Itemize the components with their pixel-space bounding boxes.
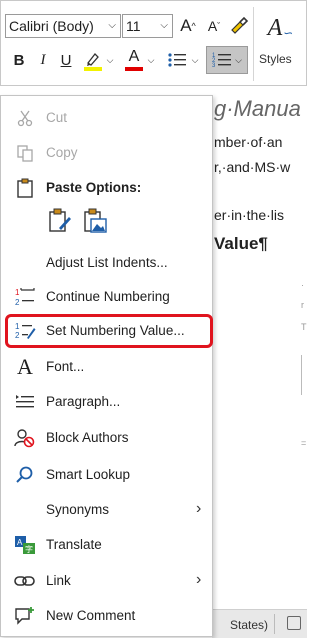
search-icon <box>13 464 37 486</box>
menu-item-label: Cut <box>46 110 68 125</box>
menu-item-label: Continue Numbering <box>46 289 170 304</box>
chevron-down-icon[interactable]: ⌵ <box>190 49 200 71</box>
svg-text:字: 字 <box>25 544 33 554</box>
paste-options-header: Paste Options: <box>1 173 212 203</box>
doc-mark: T <box>301 322 307 332</box>
doc-text-line: r,·and·MS·w <box>214 159 291 175</box>
focus-mode-icon[interactable] <box>287 616 301 630</box>
font-color-button[interactable]: A <box>123 47 145 73</box>
toolbar-divider <box>253 7 254 81</box>
status-divider <box>274 614 275 634</box>
menu-item-label: Link <box>46 573 71 588</box>
paste-options-label: Paste Options: <box>46 180 142 195</box>
numbered-list-icon: 1 2 3 <box>212 53 232 69</box>
clipboard-icon <box>13 177 37 199</box>
doc-mark: · <box>301 280 304 290</box>
font-icon: A <box>17 354 33 379</box>
translate-icon: A 字 <box>13 534 37 556</box>
continue-numbering-icon: 1 2 <box>13 286 37 308</box>
new-comment-icon <box>13 605 37 627</box>
menu-item-label: New Comment <box>46 608 136 623</box>
bullet-list-icon <box>168 53 186 67</box>
scissors-icon <box>13 107 37 129</box>
block-authors-icon <box>13 427 37 449</box>
menu-item-label: Synonyms <box>46 502 110 517</box>
doc-object-edge <box>301 355 308 395</box>
menu-item-label: Font... <box>46 359 85 374</box>
highlight-button[interactable] <box>82 47 104 73</box>
font-name-select[interactable]: Calibri (Body) ⌵ <box>5 14 121 38</box>
menu-item-translate[interactable]: A 字 Translate <box>1 530 212 560</box>
shrink-font-button[interactable]: Aˇ <box>204 14 224 38</box>
highlight-color-swatch <box>84 67 102 71</box>
menu-item-new-comment[interactable]: New Comment <box>1 601 212 631</box>
chevron-down-icon: ⌵ <box>160 20 168 31</box>
font-size-select[interactable]: 11 ⌵ <box>122 14 173 38</box>
styles-brush-icon: ∽ <box>282 25 293 40</box>
grow-font-button[interactable]: A ^ <box>178 14 198 38</box>
menu-item-label: Smart Lookup <box>46 467 131 482</box>
menu-item-link[interactable]: Link › <box>1 566 212 596</box>
menu-item-label: Copy <box>46 145 78 160</box>
context-menu: Cut Copy Paste Options: Adjust List Inde… <box>0 95 213 637</box>
italic-button[interactable]: I <box>34 49 52 71</box>
paste-picture-icon <box>84 208 107 233</box>
menu-item-label: Block Authors <box>46 430 129 445</box>
format-painter-icon <box>231 16 249 34</box>
svg-text:A: A <box>17 538 23 547</box>
doc-bold-heading: Value¶ <box>214 234 268 253</box>
menu-item-font[interactable]: A Font... <box>1 352 212 382</box>
svg-text:3: 3 <box>212 63 216 69</box>
chevron-down-icon: ⌵ <box>235 54 242 65</box>
doc-mark: = <box>301 438 307 448</box>
font-color-icon: A <box>128 48 140 65</box>
chevron-right-icon: › <box>196 500 202 517</box>
chevron-down-icon: ⌵ <box>108 20 116 31</box>
status-language[interactable]: States) <box>230 618 268 632</box>
menu-item-adjust-list-indents[interactable]: Adjust List Indents... <box>1 248 212 278</box>
font-color-swatch <box>125 67 143 71</box>
doc-mark: r <box>301 300 304 310</box>
highlight-frame <box>5 314 213 348</box>
numbering-button[interactable]: 1 2 3 ⌵ <box>206 46 248 74</box>
format-painter-button[interactable] <box>227 14 251 38</box>
chevron-down-icon[interactable]: ⌵ <box>146 49 156 71</box>
menu-item-block-authors[interactable]: Block Authors <box>1 423 212 453</box>
menu-item-paragraph[interactable]: Paragraph... <box>1 387 212 417</box>
styles-button[interactable]: A ∽ <box>263 10 297 46</box>
font-name-value: Calibri (Body) <box>9 18 94 34</box>
shrink-font-icon: A <box>207 18 218 34</box>
menu-item-continue-numbering[interactable]: 1 2 Continue Numbering <box>1 282 212 312</box>
menu-item-label: Paragraph... <box>46 394 121 409</box>
underline-button[interactable]: U <box>57 49 75 71</box>
svg-text:1: 1 <box>15 288 20 297</box>
mini-toolbar: Calibri (Body) ⌵ 11 ⌵ A^ Aˇ B I U ⌵ A ⌵ <box>0 0 307 86</box>
link-icon <box>13 570 37 592</box>
font-size-value: 11 <box>126 18 141 34</box>
menu-item-synonyms[interactable]: Synonyms › <box>1 495 212 525</box>
menu-item-label: Adjust List Indents... <box>46 255 168 270</box>
paragraph-icon <box>13 391 37 413</box>
status-bar: States) <box>212 609 307 638</box>
svg-text:2: 2 <box>15 298 20 307</box>
bold-button[interactable]: B <box>10 49 28 71</box>
doc-text-line: er·in·the·lis <box>214 207 285 223</box>
paste-keep-formatting-button[interactable] <box>46 207 74 235</box>
paste-as-picture-button[interactable] <box>81 207 109 235</box>
chevron-right-icon: › <box>196 571 202 588</box>
doc-text-line: mber·of·an <box>214 134 283 150</box>
styles-label: Styles <box>259 52 292 66</box>
paste-keep-source-icon <box>49 208 71 232</box>
styles-icon: A <box>267 14 283 41</box>
menu-item-label: Translate <box>46 537 102 552</box>
menu-item-copy[interactable]: Copy <box>1 138 212 168</box>
grow-font-icon: A <box>180 16 192 35</box>
bullets-button[interactable] <box>166 49 188 71</box>
doc-heading-fragment: g·Manua <box>214 96 301 121</box>
menu-item-smart-lookup[interactable]: Smart Lookup <box>1 460 212 490</box>
chevron-down-icon[interactable]: ⌵ <box>105 49 115 71</box>
copy-icon <box>13 142 37 164</box>
menu-item-cut[interactable]: Cut <box>1 103 212 133</box>
